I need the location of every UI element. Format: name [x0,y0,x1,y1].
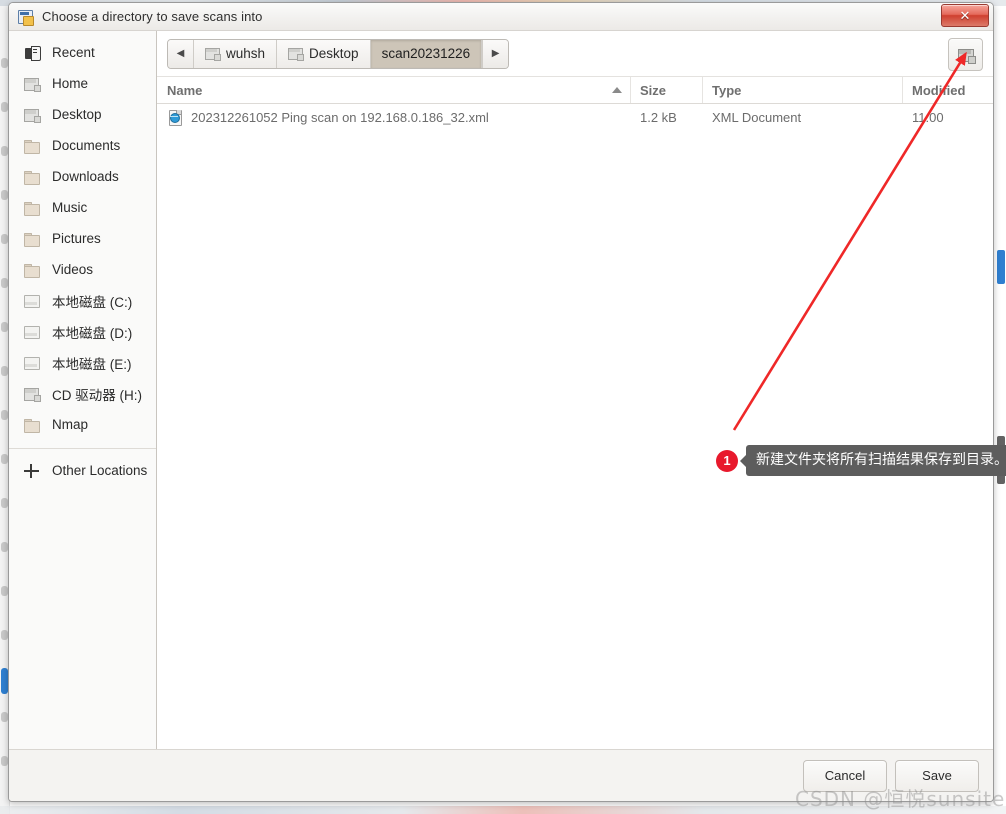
drive-icon [23,324,41,340]
sidebar-item-label: Videos [52,262,94,277]
sidebar-item-desktop[interactable]: Desktop [9,99,156,130]
sidebar-item-label: Other Locations [52,463,148,478]
breadcrumb-label: Desktop [309,46,359,61]
folder-icon [23,231,41,247]
create-folder-icon [957,47,976,64]
sidebar-item-music[interactable]: Music [9,192,156,223]
folder-icon [23,262,41,278]
breadcrumb-item-desktop[interactable]: Desktop [277,39,371,68]
sidebar-item-pictures[interactable]: Pictures [9,223,156,254]
breadcrumb-next-button[interactable]: ▶ [482,39,509,68]
close-button[interactable]: ✕ [941,4,989,27]
sidebar-item-label: Downloads [52,169,119,184]
sidebar-item-home[interactable]: Home [9,68,156,99]
sidebar-item-label: Nmap [52,417,89,432]
breadcrumb-item-wuhsh[interactable]: wuhsh [194,39,278,68]
file-chooser-icon [17,9,35,26]
home-icon [23,76,41,92]
dialog-body: Recent Home Desktop Documents Downloads … [9,31,993,749]
sidebar-item-label: 本地磁盘 (E:) [52,356,132,372]
column-label: Name [167,82,203,98]
sidebar-item-label: Desktop [52,107,102,122]
breadcrumb-label: wuhsh [226,46,266,61]
background-right-scrollbar[interactable] [996,6,1006,814]
folder-window-icon [205,47,221,61]
sidebar-item-local-disk-c[interactable]: 本地磁盘 (C:) [9,285,156,316]
folder-icon [23,138,41,154]
xml-document-icon [167,109,182,126]
column-header-modified[interactable]: Modified [903,77,993,103]
file-list-header: Name Size Type Modified [157,76,993,104]
column-header-size[interactable]: Size [631,77,703,103]
file-type: XML Document [712,109,802,125]
folder-window-icon [288,47,305,61]
file-list: 202312261052 Ping scan on 192.168.0.186_… [157,104,993,130]
dialog-titlebar: Choose a directory to save scans into ✕ [9,3,993,31]
cd-drive-icon [23,386,41,402]
desktop-icon [23,107,41,123]
column-header-name[interactable]: Name [157,77,631,103]
sidebar-item-label: 本地磁盘 (C:) [52,294,133,310]
sidebar-item-label: Recent [52,45,95,60]
file-chooser-dialog: Choose a directory to save scans into ✕ … [8,2,994,802]
path-bar: ◀ wuhsh Desktop scan20231226 ▶ [157,31,993,76]
create-folder-button[interactable] [948,38,983,71]
sidebar-item-label: Home [52,76,89,91]
recent-icon [23,45,41,61]
sidebar-item-local-disk-d[interactable]: 本地磁盘 (D:) [9,316,156,347]
sidebar-item-label: 本地磁盘 (D:) [52,325,133,341]
sidebar-item-local-disk-e[interactable]: 本地磁盘 (E:) [9,347,156,378]
breadcrumb-label: scan20231226 [381,46,471,61]
plus-icon [23,463,41,479]
file-name-cell: 202312261052 Ping scan on 192.168.0.186_… [157,104,631,130]
save-button[interactable]: Save [895,759,979,792]
sort-ascending-icon [612,87,622,93]
breadcrumb-item-scan20231226[interactable]: scan20231226 [370,39,483,68]
dialog-title: Choose a directory to save scans into [42,9,263,24]
table-row[interactable]: 202312261052 Ping scan on 192.168.0.186_… [157,104,993,130]
sidebar-item-documents[interactable]: Documents [9,130,156,161]
drive-icon [23,293,41,309]
sidebar-item-videos[interactable]: Videos [9,254,156,285]
file-name: 202312261052 Ping scan on 192.168.0.186_… [191,109,489,125]
sidebar-item-cd-drive-h[interactable]: CD 驱动器 (H:) [9,378,156,409]
cancel-button[interactable]: Cancel [803,759,887,792]
background-bottom-strip [0,806,1006,814]
sidebar-item-other-locations[interactable]: Other Locations [9,455,156,486]
file-browser-pane: ◀ wuhsh Desktop scan20231226 ▶ Name Size… [157,31,993,749]
sidebar-item-label: CD 驱动器 (H:) [52,387,142,403]
sidebar-separator [9,448,156,449]
folder-icon [23,200,41,216]
column-header-type[interactable]: Type [703,77,903,103]
folder-icon [23,169,41,185]
sidebar-item-downloads[interactable]: Downloads [9,161,156,192]
places-sidebar: Recent Home Desktop Documents Downloads … [9,31,157,749]
sidebar-item-nmap[interactable]: Nmap [9,409,156,440]
sidebar-item-label: Music [52,200,88,215]
sidebar-item-label: Pictures [52,231,101,246]
breadcrumb: ◀ wuhsh Desktop scan20231226 ▶ [167,38,510,69]
file-size: 1.2 kB [640,109,677,125]
drive-icon [23,355,41,371]
dialog-action-bar: Cancel Save [9,749,993,801]
sidebar-item-recent[interactable]: Recent [9,37,156,68]
file-modified: 11:00 [912,109,944,125]
breadcrumb-prev-button[interactable]: ◀ [168,39,194,68]
folder-icon [23,417,41,433]
sidebar-item-label: Documents [52,138,121,153]
